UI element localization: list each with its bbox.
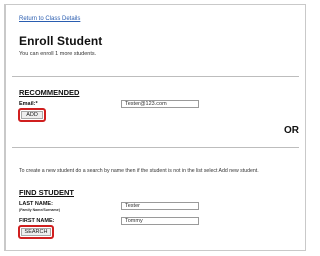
add-button-highlight: ADD bbox=[18, 108, 46, 122]
email-label: Email:* bbox=[19, 101, 38, 107]
first-name-field[interactable]: Tommy bbox=[121, 217, 199, 225]
return-to-class-details-link[interactable]: Return to Class Details bbox=[19, 16, 80, 22]
or-separator: OR bbox=[284, 125, 299, 136]
email-field[interactable]: Tester@123.com bbox=[121, 100, 199, 108]
search-button-highlight: SEARCH bbox=[18, 225, 54, 239]
last-name-hint: (Family Name/Surname) bbox=[19, 208, 60, 212]
enroll-remaining-text: You can enroll 1 more students. bbox=[19, 51, 97, 57]
last-name-field[interactable]: Tester bbox=[121, 202, 199, 210]
page-title: Enroll Student bbox=[19, 34, 103, 48]
middle-divider bbox=[12, 147, 299, 148]
create-student-instructions: To create a new student do a search by n… bbox=[19, 168, 259, 174]
enroll-student-panel: Return to Class Details Enroll Student Y… bbox=[4, 4, 306, 251]
recommended-heading: RECOMMENDED bbox=[19, 88, 80, 97]
search-button[interactable]: SEARCH bbox=[21, 228, 51, 236]
top-divider bbox=[12, 76, 299, 77]
first-name-label: FIRST NAME: bbox=[19, 218, 55, 224]
last-name-label: LAST NAME: bbox=[19, 201, 53, 207]
find-student-heading: FIND STUDENT bbox=[19, 188, 74, 197]
add-button[interactable]: ADD bbox=[21, 111, 43, 119]
